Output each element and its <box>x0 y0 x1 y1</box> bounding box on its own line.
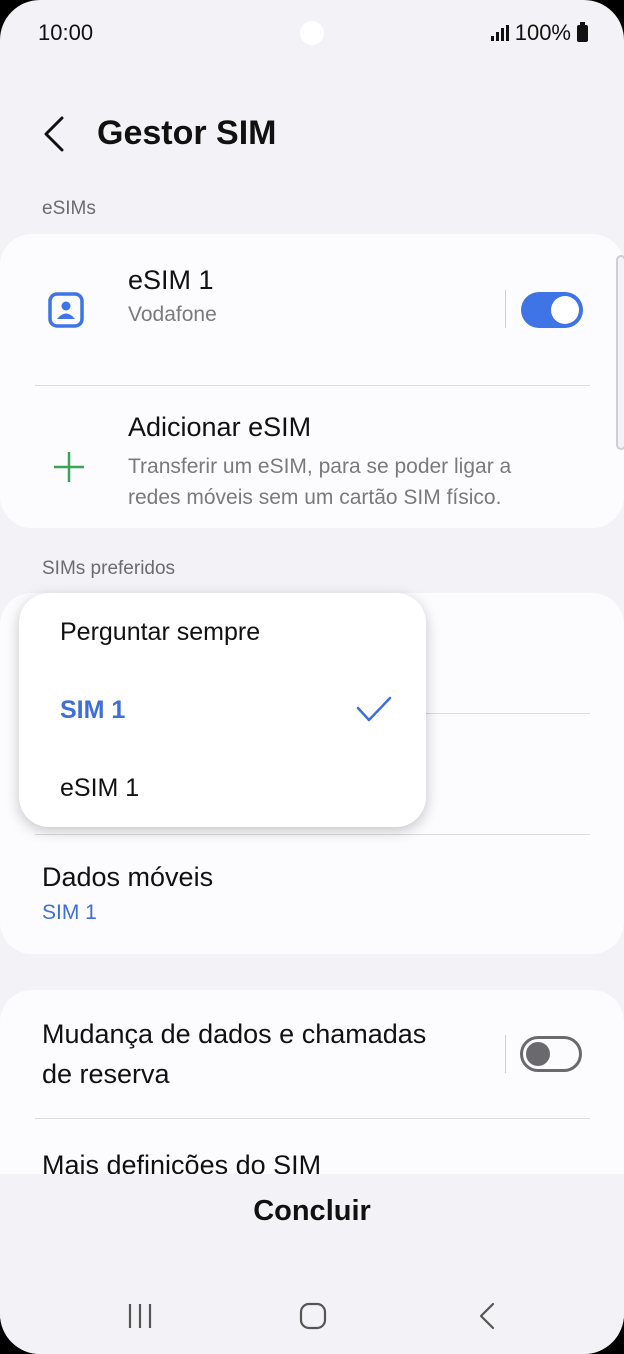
divider <box>35 1118 590 1119</box>
status-time: 10:00 <box>38 20 94 45</box>
dropdown-option-label: Perguntar sempre <box>60 618 261 646</box>
esims-card: eSIM 1 Vodafone Adicionar eSIM Transferi… <box>0 234 624 528</box>
backup-card: Mudança de dados e chamadas de reserva M… <box>0 990 624 1180</box>
mobile-data-title: Dados móveis <box>42 862 214 892</box>
esim1-toggle[interactable] <box>521 292 583 328</box>
navigation-bar <box>0 1280 624 1350</box>
back-icon <box>479 1302 495 1330</box>
dropdown-option[interactable]: eSIM 1 <box>19 749 426 827</box>
sim-selection-dropdown: Perguntar sempre SIM 1 eSIM 1 <box>19 593 426 827</box>
backup-switch-line1: Mudança de dados e chamadas <box>42 1019 427 1049</box>
backup-switch-line2: de reserva <box>42 1059 170 1089</box>
checkmark-icon <box>356 696 392 722</box>
backup-toggle[interactable] <box>520 1036 582 1072</box>
back-button[interactable] <box>38 112 74 156</box>
home-icon <box>299 1302 327 1330</box>
back-nav-button[interactable] <box>458 1296 518 1336</box>
chevron-left-icon <box>44 116 64 152</box>
recent-apps-button[interactable] <box>110 1296 170 1336</box>
plus-icon <box>54 452 84 482</box>
sim-card-icon <box>48 292 84 328</box>
section-label-preferred: SIMs preferidos <box>42 558 176 579</box>
dropdown-option-label: SIM 1 <box>60 696 126 724</box>
done-button[interactable]: Concluir <box>0 1195 624 1228</box>
recent-apps-icon <box>128 1304 152 1328</box>
camera-cutout <box>300 21 324 45</box>
dropdown-option[interactable]: Perguntar sempre <box>19 593 426 671</box>
signal-icon <box>490 25 509 41</box>
status-icons: 100% <box>490 20 588 46</box>
esim1-name: eSIM 1 <box>128 265 214 295</box>
add-esim-description-line2: redes móveis sem um cartão SIM físico. <box>128 486 502 509</box>
esim1-carrier: Vodafone <box>128 303 217 326</box>
toggle-separator <box>505 1035 506 1073</box>
battery-percent: 100% <box>514 20 571 45</box>
add-esim-description-line1: Transferir um eSIM, para se poder ligar … <box>128 455 512 478</box>
section-label-esims: eSIMs <box>42 198 96 219</box>
add-esim-row[interactable]: Adicionar eSIM Transferir um eSIM, para … <box>0 386 624 528</box>
toggle-separator <box>505 290 506 328</box>
battery-icon <box>577 21 588 42</box>
mobile-data-row[interactable]: Dados móveis SIM 1 <box>0 835 624 954</box>
home-button[interactable] <box>283 1296 343 1336</box>
toggle-knob <box>526 1042 550 1066</box>
mobile-data-value: SIM 1 <box>42 901 97 924</box>
toggle-knob <box>551 296 579 324</box>
page-title: Gestor SIM <box>97 114 277 152</box>
status-bar: 10:00 100% <box>0 0 624 66</box>
scrollbar-thumb[interactable] <box>616 255 624 450</box>
dropdown-option-selected[interactable]: SIM 1 <box>19 671 426 749</box>
add-esim-title: Adicionar eSIM <box>128 412 312 442</box>
dropdown-option-label: eSIM 1 <box>60 774 140 802</box>
screen: 10:00 100% Gestor SIM eSIMs eSIM 1 Vodaf… <box>0 0 624 1354</box>
